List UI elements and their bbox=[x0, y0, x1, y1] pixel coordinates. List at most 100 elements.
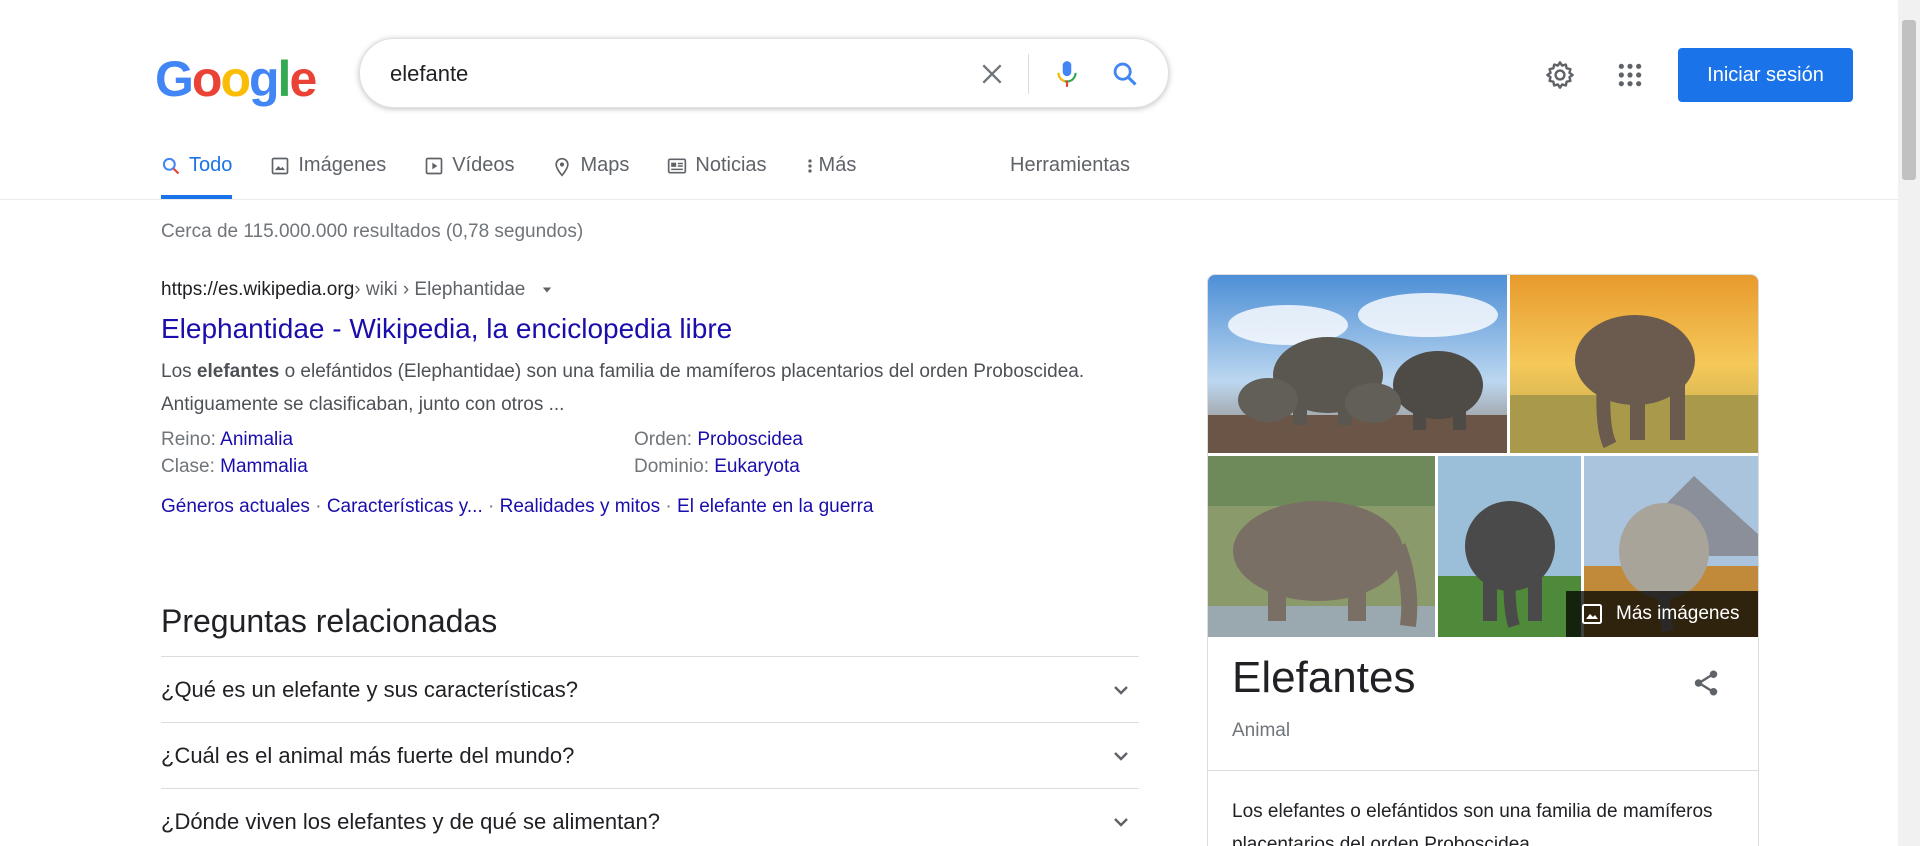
tab-todo[interactable]: Todo bbox=[161, 150, 233, 199]
tab-label: Todo bbox=[189, 154, 233, 176]
fact-link[interactable]: Proboscidea bbox=[697, 429, 803, 450]
news-icon bbox=[668, 158, 687, 174]
fact-orden: Orden: Proboscidea bbox=[634, 429, 1084, 451]
question-item[interactable]: ¿Cuál es el animal más fuerte del mundo? bbox=[161, 722, 1139, 788]
google-apps-button[interactable] bbox=[1610, 55, 1650, 95]
knowledge-panel: Más imágenes Elefantes Animal Los elefan… bbox=[1207, 274, 1759, 846]
search-result: https://es.wikipedia.org › wiki › Elepha… bbox=[161, 279, 1091, 518]
sitelink-separator: · bbox=[482, 496, 500, 517]
fact-reino: Reino: Animalia bbox=[161, 429, 634, 451]
tab-label: Imágenes bbox=[298, 154, 387, 176]
share-icon bbox=[1694, 670, 1718, 696]
knowledge-panel-description: Los elefantes o elefántidos son una fami… bbox=[1232, 801, 1713, 846]
share-button[interactable] bbox=[1686, 663, 1726, 703]
result-domain: https://es.wikipedia.org bbox=[161, 279, 355, 300]
close-icon bbox=[982, 64, 1002, 84]
settings-button[interactable] bbox=[1540, 55, 1580, 95]
more-images-label: Más imágenes bbox=[1616, 603, 1740, 624]
fact-link[interactable]: Animalia bbox=[220, 429, 293, 450]
tools-button[interactable]: Herramientas bbox=[1010, 154, 1130, 177]
related-questions: ¿Qué es un elefante y sus característica… bbox=[161, 656, 1139, 846]
question-text: ¿Cuál es el animal más fuerte del mundo? bbox=[161, 742, 575, 768]
question-text: ¿Qué es un elefante y sus característica… bbox=[161, 676, 578, 702]
sitelink-separator: · bbox=[309, 496, 327, 517]
fact-label: Orden: bbox=[634, 429, 698, 450]
tab-imagenes[interactable]: Imágenes bbox=[270, 150, 386, 199]
sitelink[interactable]: Realidades y mitos bbox=[500, 496, 661, 517]
sitelink[interactable]: Características y... bbox=[327, 496, 483, 517]
tab-label: Más bbox=[818, 154, 857, 176]
logo-letter: o bbox=[191, 51, 223, 107]
scrollbar-thumb[interactable] bbox=[1902, 20, 1916, 180]
search-divider bbox=[1028, 54, 1029, 94]
google-logo[interactable]: Google bbox=[155, 50, 317, 108]
sitelinks: Géneros actuales · Características y... … bbox=[161, 496, 1091, 518]
page-scrollbar[interactable] bbox=[1898, 0, 1920, 846]
result-snippet: Los elefantes o elefántidos (Elephantida… bbox=[161, 355, 1091, 421]
sitelink[interactable]: Géneros actuales bbox=[161, 496, 310, 517]
chevron-down-icon bbox=[1114, 817, 1128, 827]
fact-label: Clase: bbox=[161, 456, 221, 477]
snippet-text: o elefántidos (Elephantidae) son una fam… bbox=[161, 361, 1085, 415]
elephant-image[interactable] bbox=[1208, 456, 1435, 637]
fact-dominio: Dominio: Eukaryota bbox=[634, 456, 1084, 478]
tab-label: Vídeos bbox=[452, 154, 515, 176]
search-icon bbox=[1113, 62, 1137, 86]
tab-label: Maps bbox=[580, 154, 630, 176]
microphone-icon bbox=[1057, 61, 1077, 87]
snippet-highlight: elefantes bbox=[196, 361, 280, 382]
video-icon bbox=[425, 157, 443, 175]
dropdown-arrow-icon[interactable] bbox=[537, 280, 557, 300]
tab-noticias[interactable]: Noticias bbox=[667, 150, 767, 199]
clear-search-button[interactable] bbox=[972, 54, 1012, 94]
result-facts: Reino: Animalia Orden: Proboscidea Clase… bbox=[161, 429, 1091, 478]
search-icon bbox=[162, 157, 180, 175]
logo-letter: G bbox=[155, 51, 194, 107]
search-input[interactable] bbox=[390, 57, 990, 91]
result-path: › wiki › Elephantidae bbox=[354, 279, 526, 300]
elephant-image[interactable] bbox=[1510, 275, 1758, 453]
knowledge-panel-subtitle: Animal bbox=[1232, 720, 1291, 741]
more-images-button[interactable]: Más imágenes bbox=[1566, 591, 1758, 637]
tab-mas[interactable]: Más bbox=[805, 150, 857, 199]
knowledge-panel-images: Más imágenes bbox=[1208, 275, 1758, 637]
result-stats: Cerca de 115.000.000 resultados (0,78 se… bbox=[161, 221, 584, 242]
sign-in-button[interactable]: Iniciar sesión bbox=[1678, 48, 1853, 102]
tab-videos[interactable]: Vídeos bbox=[424, 150, 514, 199]
search-tabs: Todo Imágenes Vídeos Maps Noticias Más bbox=[161, 150, 894, 200]
question-text: ¿Dónde viven los elefantes y de qué se a… bbox=[161, 808, 660, 834]
knowledge-panel-divider bbox=[1208, 770, 1758, 771]
sitelink-separator: · bbox=[660, 496, 678, 517]
chevron-down-icon bbox=[1114, 751, 1128, 761]
chevron-down-icon bbox=[1114, 685, 1128, 695]
logo-letter: o bbox=[220, 51, 251, 107]
result-title-link[interactable]: Elephantidae - Wikipedia, la enciclopedi… bbox=[161, 313, 1091, 345]
logo-letter: g bbox=[249, 51, 280, 107]
gear-icon bbox=[1546, 61, 1574, 89]
tab-maps[interactable]: Maps bbox=[552, 150, 629, 199]
result-url[interactable]: https://es.wikipedia.org › wiki › Elepha… bbox=[161, 279, 1091, 301]
fact-link[interactable]: Mammalia bbox=[220, 456, 308, 477]
elephant-image[interactable] bbox=[1208, 275, 1507, 453]
image-icon bbox=[272, 157, 289, 175]
fact-label: Dominio: bbox=[634, 456, 715, 477]
elephant-image[interactable] bbox=[1438, 456, 1581, 637]
apps-grid-icon bbox=[1618, 63, 1642, 87]
question-item[interactable]: ¿Dónde viven los elefantes y de qué se a… bbox=[161, 788, 1139, 846]
image-icon bbox=[1582, 604, 1602, 624]
header-divider bbox=[0, 199, 1898, 200]
tab-label: Noticias bbox=[695, 154, 767, 176]
sitelink[interactable]: El elefante en la guerra bbox=[677, 496, 873, 517]
fact-label: Reino: bbox=[161, 429, 221, 450]
search-button[interactable] bbox=[1105, 54, 1145, 94]
related-questions-title: Preguntas relacionadas bbox=[161, 603, 498, 639]
knowledge-panel-title: Elefantes bbox=[1232, 653, 1416, 702]
voice-search-button[interactable] bbox=[1047, 54, 1087, 94]
fact-clase: Clase: Mammalia bbox=[161, 456, 634, 478]
map-pin-icon bbox=[555, 157, 570, 177]
question-item[interactable]: ¿Qué es un elefante y sus característica… bbox=[161, 656, 1139, 722]
fact-link[interactable]: Eukaryota bbox=[714, 456, 800, 477]
logo-letter: e bbox=[289, 51, 317, 107]
more-vert-icon bbox=[807, 159, 812, 173]
search-box bbox=[359, 38, 1169, 108]
